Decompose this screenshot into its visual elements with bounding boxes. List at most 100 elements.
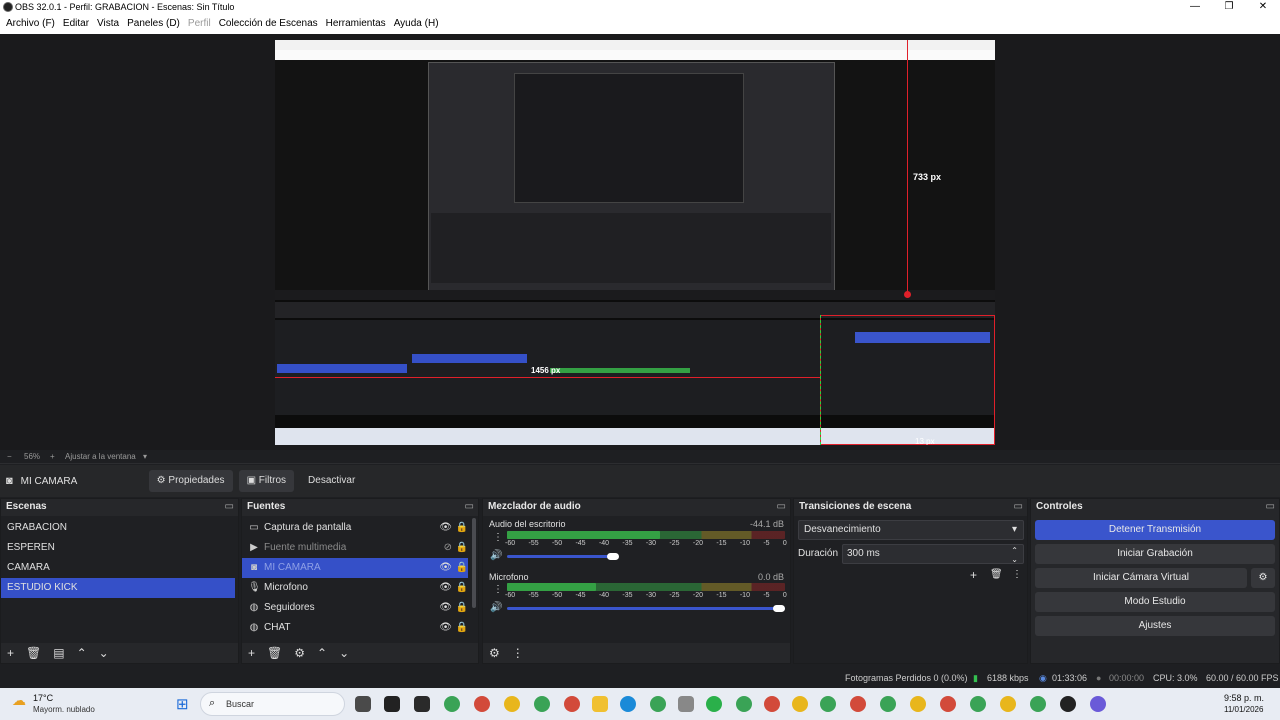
menu-vista[interactable]: Vista: [93, 14, 123, 34]
fit-dropdown-icon[interactable]: ▾: [143, 450, 147, 464]
add-icon[interactable]: +: [970, 568, 977, 582]
lock-icon[interactable]: 🔒: [456, 618, 468, 638]
deactivate-button[interactable]: Desactivar: [300, 470, 363, 492]
scene-item[interactable]: CAMARA: [1, 558, 238, 578]
up-icon[interactable]: ⌃: [317, 646, 327, 660]
windows-start-icon[interactable]: ⊞: [176, 695, 189, 713]
channel-menu-icon[interactable]: ⋮: [493, 532, 503, 543]
chrome-icon[interactable]: [820, 696, 836, 712]
transition-menu-icon[interactable]: ⋮: [1012, 569, 1022, 580]
chrome-icon[interactable]: [444, 696, 460, 712]
app-icon[interactable]: [1090, 696, 1106, 712]
guide-handle-top[interactable]: [904, 291, 911, 298]
speaker-icon[interactable]: 🔊: [490, 602, 502, 613]
filters-button[interactable]: ▣ Filtros: [238, 470, 295, 492]
task-view-icon[interactable]: [355, 696, 371, 712]
settings-icon[interactable]: [678, 696, 694, 712]
chrome-icon[interactable]: [1030, 696, 1046, 712]
chrome-icon[interactable]: [650, 696, 666, 712]
selection-bounding-box[interactable]: [820, 315, 995, 445]
down-icon[interactable]: ⌄: [99, 646, 109, 660]
minimize-icon[interactable]: —: [1178, 0, 1212, 14]
source-item[interactable]: 🎙 Microfono 👁 🔒: [242, 578, 478, 598]
eye-hidden-icon[interactable]: ⊘: [444, 538, 452, 558]
lock-icon[interactable]: 🔒: [456, 518, 468, 538]
up-icon[interactable]: ⌃: [77, 646, 87, 660]
gear-icon[interactable]: ⚙: [1251, 568, 1275, 588]
source-item[interactable]: ▭ Captura de pantalla 👁 🔒: [242, 518, 478, 538]
scene-filter-icon[interactable]: ▤: [53, 646, 64, 660]
studio-mode-button[interactable]: Modo Estudio: [1035, 592, 1275, 612]
chrome-icon[interactable]: [880, 696, 896, 712]
dock-menu-icon[interactable]: ▭: [1014, 499, 1023, 515]
trash-icon[interactable]: 🗑: [26, 646, 41, 660]
dock-menu-icon[interactable]: ▭: [225, 499, 234, 515]
lock-icon[interactable]: 🔒: [456, 558, 468, 578]
preview-canvas[interactable]: 733 px 1456 px 13 px: [275, 40, 995, 445]
chrome-icon[interactable]: [474, 696, 490, 712]
eye-icon[interactable]: 👁: [439, 598, 452, 618]
settings-button[interactable]: Ajustes: [1035, 616, 1275, 636]
dock-menu-icon[interactable]: ▭: [1266, 499, 1275, 515]
chrome-icon[interactable]: [970, 696, 986, 712]
close-icon[interactable]: ✕: [1246, 0, 1280, 14]
duration-spinbox[interactable]: 300 ms ⌃ ⌄: [842, 544, 1024, 564]
start-recording-button[interactable]: Iniciar Grabación: [1035, 544, 1275, 564]
menu-ayuda[interactable]: Ayuda (H): [390, 14, 443, 34]
menu-archivo[interactable]: Archivo (F): [2, 14, 59, 34]
dock-menu-icon[interactable]: ▭: [777, 499, 786, 515]
lock-icon[interactable]: 🔒: [456, 578, 468, 598]
app-icon[interactable]: [414, 696, 430, 712]
source-item[interactable]: ▶ Fuente multimedia ⊘ 🔒: [242, 538, 478, 558]
chrome-icon[interactable]: [1000, 696, 1016, 712]
start-virtual-camera-button[interactable]: Iniciar Cámara Virtual: [1035, 568, 1247, 588]
lock-icon[interactable]: 🔒: [456, 538, 468, 558]
folder-icon[interactable]: [592, 696, 608, 712]
maximize-icon[interactable]: ❐: [1212, 0, 1246, 14]
add-icon[interactable]: +: [7, 646, 14, 660]
obs-icon[interactable]: [1060, 696, 1076, 712]
eye-icon[interactable]: 👁: [439, 558, 452, 578]
menu-coleccion-escenas[interactable]: Colección de Escenas: [215, 14, 322, 34]
chrome-icon[interactable]: [564, 696, 580, 712]
spin-down-icon[interactable]: ⌄: [1011, 551, 1018, 569]
sources-scrollbar[interactable]: [472, 518, 476, 608]
dock-menu-icon[interactable]: ▭: [465, 499, 474, 515]
properties-button[interactable]: ⚙ Propiedades: [148, 470, 233, 492]
menu-paneles[interactable]: Paneles (D): [123, 14, 184, 34]
chrome-icon[interactable]: [792, 696, 808, 712]
app-icon[interactable]: [384, 696, 400, 712]
eye-icon[interactable]: 👁: [439, 518, 452, 538]
chrome-icon[interactable]: [534, 696, 550, 712]
volume-slider[interactable]: [507, 607, 785, 610]
edge-icon[interactable]: [620, 696, 636, 712]
zoom-in-icon[interactable]: +: [50, 450, 55, 464]
channel-menu-icon[interactable]: ⋮: [493, 584, 503, 595]
gear-icon[interactable]: ⚙: [294, 646, 305, 660]
chrome-icon[interactable]: [850, 696, 866, 712]
add-icon[interactable]: +: [248, 646, 255, 660]
trash-icon[interactable]: 🗑: [267, 646, 282, 660]
menu-herramientas[interactable]: Herramientas: [322, 14, 390, 34]
volume-slider[interactable]: [507, 555, 613, 558]
source-item-selected[interactable]: ◙ MI CAMARA 👁 🔒: [242, 558, 468, 578]
chrome-icon[interactable]: [504, 696, 520, 712]
source-item[interactable]: ◍ Seguidores 👁 🔒: [242, 598, 478, 618]
eye-icon[interactable]: 👁: [439, 618, 452, 638]
down-icon[interactable]: ⌄: [339, 646, 349, 660]
volume-knob[interactable]: [607, 553, 619, 560]
scene-item[interactable]: ESPEREN: [1, 538, 238, 558]
chrome-icon[interactable]: [940, 696, 956, 712]
scene-item-selected[interactable]: ESTUDIO KICK: [1, 578, 235, 598]
eye-icon[interactable]: 👁: [439, 578, 452, 598]
transition-select[interactable]: Desvanecimiento ▾: [798, 520, 1024, 540]
chrome-icon[interactable]: [910, 696, 926, 712]
speaker-icon[interactable]: 🔊: [490, 550, 502, 561]
trash-icon[interactable]: 🗑: [990, 569, 1003, 580]
scene-item[interactable]: GRABACION: [1, 518, 238, 538]
lock-icon[interactable]: 🔒: [456, 598, 468, 618]
mixer-settings-icon[interactable]: ⚙: [489, 646, 500, 660]
menu-editar[interactable]: Editar: [59, 14, 93, 34]
whatsapp-icon[interactable]: [706, 696, 722, 712]
chrome-icon[interactable]: [764, 696, 780, 712]
